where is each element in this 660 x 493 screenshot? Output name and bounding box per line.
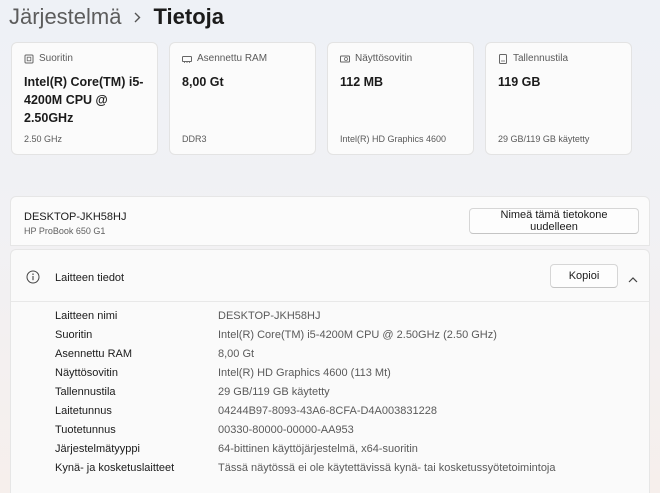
spec-row: Järjestelmätyyppi 64-bittinen käyttöjärj… <box>55 443 418 459</box>
breadcrumb: Järjestelmä Tietoja <box>9 2 224 32</box>
card-value: 112 MB <box>340 75 384 89</box>
spec-row: Suoritin Intel(R) Core(TM) i5-4200M CPU … <box>55 329 497 345</box>
card-display-adapter: Näyttösovitin 112 MB Intel(R) HD Graphic… <box>327 42 474 155</box>
card-label: Tallennustila <box>513 53 569 64</box>
specs-title: Laitteen tiedot <box>55 272 125 284</box>
spec-row: Kynä- ja kosketuslaitteet Tässä näytössä… <box>55 462 556 478</box>
device-name-panel: DESKTOP-JKH58HJ HP ProBook 650 G1 Nimeä … <box>10 196 650 246</box>
spec-row: Laitetunnus 04244B97-8093-43A6-8CFA-D4A0… <box>55 405 437 421</box>
spec-label: Laitteen nimi <box>55 310 118 322</box>
spec-value: 64-bittinen käyttöjärjestelmä, x64-suori… <box>218 443 418 455</box>
spec-label: Asennettu RAM <box>55 348 133 360</box>
card-ram: Asennettu RAM 8,00 Gt DDR3 <box>169 42 316 155</box>
device-specifications-panel: Laitteen tiedot Kopioi Laitteen nimi DES… <box>10 249 650 493</box>
specs-header[interactable]: Laitteen tiedot Kopioi <box>11 250 649 302</box>
spec-value: 04244B97-8093-43A6-8CFA-D4A003831228 <box>218 405 437 417</box>
card-sub: DDR3 <box>182 134 207 144</box>
chevron-up-icon[interactable] <box>628 271 638 283</box>
spec-value: 00330-80000-00000-AA953 <box>218 424 354 436</box>
rename-pc-button[interactable]: Nimeä tämä tietokone uudelleen <box>469 208 639 234</box>
card-label: Asennettu RAM <box>197 53 268 64</box>
card-label: Suoritin <box>39 53 73 64</box>
breadcrumb-parent-link[interactable]: Järjestelmä <box>9 4 121 30</box>
card-sub: 2.50 GHz <box>24 134 63 144</box>
card-value: Intel(R) Core(TM) i5-4200M CPU @ 2.50GHz <box>24 75 144 125</box>
copy-button[interactable]: Kopioi <box>550 264 618 288</box>
card-label: Näyttösovitin <box>355 53 413 64</box>
gpu-icon <box>340 54 350 64</box>
spec-label: Näyttösovitin <box>55 367 118 379</box>
device-name: DESKTOP-JKH58HJ <box>24 211 127 223</box>
storage-icon <box>498 53 508 64</box>
spec-label: Kynä- ja kosketuslaitteet <box>55 462 175 474</box>
card-processor: Suoritin Intel(R) Core(TM) i5-4200M CPU … <box>11 42 158 155</box>
info-icon <box>26 270 40 284</box>
spec-value: 29 GB/119 GB käytetty <box>218 386 330 398</box>
chevron-right-icon <box>134 12 141 23</box>
spec-label: Tuotetunnus <box>55 424 116 436</box>
spec-label: Laitetunnus <box>55 405 112 417</box>
spec-label: Järjestelmätyyppi <box>55 443 140 455</box>
spec-value: Intel(R) HD Graphics 4600 (113 Mt) <box>218 367 391 379</box>
device-model: HP ProBook 650 G1 <box>24 226 106 236</box>
ram-icon <box>182 54 192 64</box>
spec-value: Tässä näytössä ei ole käytettävissä kynä… <box>218 462 556 474</box>
card-value: 119 GB <box>498 75 541 89</box>
spec-value: 8,00 Gt <box>218 348 255 360</box>
card-value: 8,00 Gt <box>182 75 224 89</box>
spec-label: Suoritin <box>55 329 93 341</box>
spec-row: Näyttösovitin Intel(R) HD Graphics 4600 … <box>55 367 391 383</box>
spec-label: Tallennustila <box>55 386 116 398</box>
spec-row: Laitteen nimi DESKTOP-JKH58HJ <box>55 310 321 326</box>
spec-value: Intel(R) Core(TM) i5-4200M CPU @ 2.50GHz… <box>218 329 497 341</box>
card-sub: Intel(R) HD Graphics 4600 <box>340 134 447 144</box>
card-sub: 29 GB/119 GB käytetty <box>498 134 590 144</box>
cpu-icon <box>24 54 34 64</box>
spec-row: Asennettu RAM 8,00 Gt <box>55 348 254 364</box>
card-storage: Tallennustila 119 GB 29 GB/119 GB käytet… <box>485 42 632 155</box>
spec-value: DESKTOP-JKH58HJ <box>218 310 321 322</box>
page-title: Tietoja <box>153 4 224 29</box>
spec-row: Tallennustila 29 GB/119 GB käytetty <box>55 386 330 402</box>
spec-row: Tuotetunnus 00330-80000-00000-AA953 <box>55 424 354 440</box>
